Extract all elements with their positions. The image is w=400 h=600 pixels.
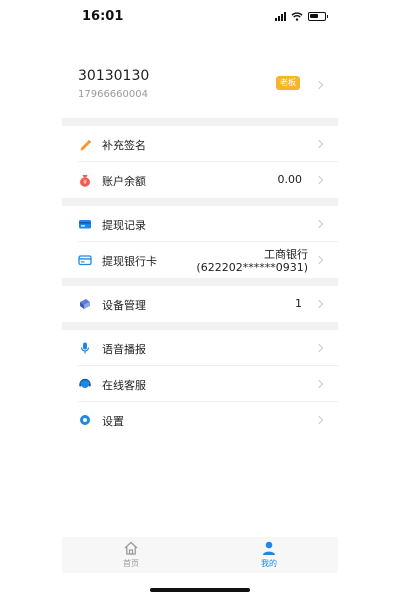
chevron-right-icon xyxy=(314,415,324,425)
menu-item-online-service[interactable]: 在线客服 xyxy=(62,366,338,402)
menu-label: 在线客服 xyxy=(102,379,146,392)
home-indicator xyxy=(150,588,250,592)
wifi-icon xyxy=(291,12,303,21)
customer-service-icon xyxy=(79,378,91,388)
section-divider xyxy=(62,118,338,126)
bottom-tab-bar: 首页 我的 xyxy=(62,537,338,573)
menu-label: 设备管理 xyxy=(102,299,146,312)
user-profile-header[interactable]: 30130130 17966660004 老板 xyxy=(62,56,338,116)
device-icon xyxy=(80,299,90,309)
tab-mine[interactable]: 我的 xyxy=(200,537,338,573)
tab-label: 首页 xyxy=(123,559,139,568)
menu-label: 提现记录 xyxy=(102,219,146,232)
bank-card-icon xyxy=(78,255,92,266)
status-time: 16:01 xyxy=(82,9,124,24)
menu-label: 提现银行卡 xyxy=(102,255,157,268)
menu-label: 补充签名 xyxy=(102,139,146,152)
chevron-right-icon xyxy=(314,80,324,90)
chevron-right-icon xyxy=(314,343,324,353)
balance-value: 0.00 xyxy=(277,173,303,186)
gear-icon xyxy=(80,415,90,425)
menu-item-withdraw-records[interactable]: 提现记录 xyxy=(62,206,338,242)
chevron-right-icon xyxy=(314,139,324,149)
tab-home[interactable]: 首页 xyxy=(62,537,200,573)
menu-label: 语音播报 xyxy=(102,343,146,356)
status-bar: 16:01 xyxy=(62,0,338,36)
menu-label: 设置 xyxy=(102,415,124,428)
status-icons xyxy=(275,12,328,21)
device-count: 1 xyxy=(295,297,302,310)
section-divider xyxy=(62,198,338,206)
money-bag-icon: ¥ xyxy=(80,175,90,187)
chevron-right-icon xyxy=(314,379,324,389)
user-phone: 17966660004 xyxy=(78,89,148,100)
section-divider xyxy=(62,322,338,330)
chevron-right-icon xyxy=(314,219,324,229)
microphone-icon xyxy=(80,342,90,354)
battery-icon xyxy=(308,12,328,21)
chevron-right-icon xyxy=(314,255,324,265)
menu-label: 账户余额 xyxy=(102,175,146,188)
bank-name: 工商银行 xyxy=(264,248,308,261)
menu-item-withdraw-bank-card[interactable]: 提现银行卡 工商银行 (622202******0931) xyxy=(62,242,338,278)
person-icon xyxy=(263,541,275,555)
menu-item-voice-broadcast[interactable]: 语音播报 xyxy=(62,330,338,366)
card-icon xyxy=(79,220,91,229)
card-number: (622202******0931) xyxy=(196,261,308,274)
bank-card-info: 工商银行 (622202******0931) xyxy=(196,248,308,274)
home-icon xyxy=(124,541,138,555)
pen-icon xyxy=(80,140,91,151)
tab-label: 我的 xyxy=(261,559,277,568)
svg-text:¥: ¥ xyxy=(83,179,87,186)
menu-item-account-balance[interactable]: ¥ 账户余额 0.00 xyxy=(62,162,338,198)
section-divider xyxy=(62,278,338,286)
menu-item-settings[interactable]: 设置 xyxy=(62,402,338,438)
chevron-right-icon xyxy=(314,299,324,309)
role-badge: 老板 xyxy=(276,76,300,90)
menu-item-supplement-signature[interactable]: 补充签名 xyxy=(62,126,338,162)
profile-screen: 16:01 30130130 17966660004 老板 补充签名 ¥ 账户余… xyxy=(62,0,338,600)
cellular-signal-icon xyxy=(275,12,286,21)
menu-item-device-management[interactable]: 设备管理 1 xyxy=(62,286,338,322)
chevron-right-icon xyxy=(314,175,324,185)
user-id: 30130130 xyxy=(78,68,150,84)
